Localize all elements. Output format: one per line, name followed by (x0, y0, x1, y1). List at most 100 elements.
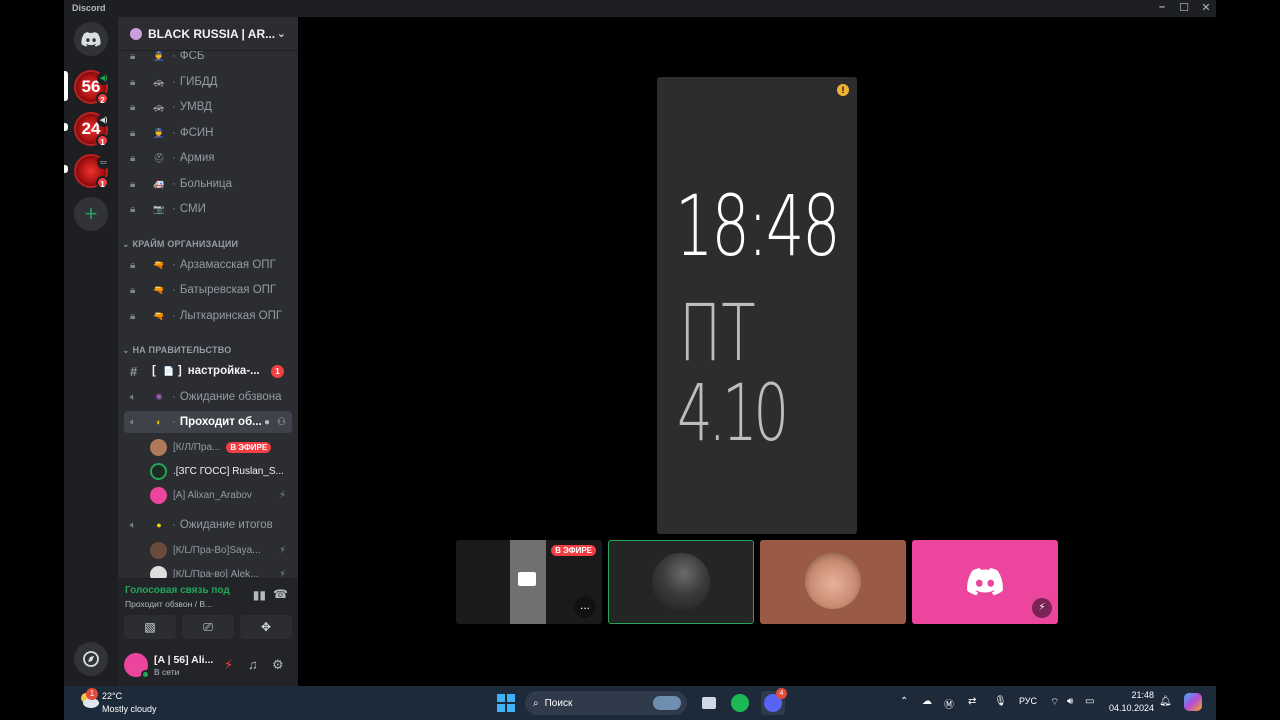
activities-button[interactable]: ✥ (240, 615, 292, 639)
channel-settings-text[interactable]: # [ 📄 ] настройка-... 1 (124, 360, 292, 382)
noise-suppression-icon[interactable]: ▮▮ (253, 588, 266, 602)
hash-icon: # (130, 363, 138, 379)
wifi-icon[interactable]: ⌔ (1050, 696, 1059, 709)
monitor-icon (518, 572, 536, 586)
lock-icon: 🔒︎ (130, 310, 136, 322)
voice-user-name: [A] Alixan_Arabov (173, 489, 252, 501)
notification-bell-icon[interactable]: 🔔︎ (1159, 696, 1172, 707)
channel-fsin[interactable]: 🔒︎ 👮 · ФСИН (124, 122, 292, 144)
server-list: 56 ◀) 2 24 ◀) 1 ▭ 1 + (64, 17, 118, 686)
speaker-icon: ◀) (97, 114, 110, 127)
category-label: КРАЙМ ОРГАНИЗАЦИИ (132, 239, 239, 249)
cloud-icon[interactable]: ☁ (922, 696, 932, 707)
headphones-icon[interactable]: ♫ (248, 657, 258, 672)
channel-label: ФСИН (179, 127, 214, 139)
voice-channel-interview[interactable]: 🔈︎ ◐ · Проходит об... ● ⚇ (124, 411, 292, 433)
avatar (150, 486, 167, 504)
participant-tile-user[interactable] (760, 540, 906, 624)
channel-label: ФСБ (179, 50, 205, 62)
voice-user[interactable]: [К/Л/Пра... В ЭФИРЕ (150, 436, 292, 458)
warning-icon[interactable]: ! (837, 84, 849, 96)
guild-name: BLACK RUSSIA | AR... (148, 26, 276, 41)
explore-button[interactable] (74, 642, 108, 676)
spotify-button[interactable] (728, 691, 752, 715)
channel-arzamas[interactable]: 🔒︎ 🔫 · Арзамасская ОПГ (124, 254, 292, 276)
speaker-lock-icon: 🔈︎ (130, 519, 136, 531)
stream-clock: 18:48 (675, 177, 841, 275)
app-tray-icon[interactable]: Ⓜ (944, 696, 954, 711)
guild-header[interactable]: BLACK RUSSIA | AR... ⌄ (118, 17, 298, 51)
disconnect-icon[interactable]: ☎ (273, 587, 288, 601)
weather-temp: 22°C (102, 691, 123, 701)
voice-stage: ! 18:48 ПТ 4.10 В ЭФИРЕ ... ⚡︎ (298, 17, 1216, 686)
battery-icon[interactable]: ▭ (1085, 696, 1094, 707)
camera-off-button[interactable]: ▧ (124, 615, 176, 639)
channel-label: Ожидание обзвона (179, 391, 282, 403)
mic-muted-icon: ⚡︎ (1032, 598, 1052, 618)
avatar[interactable] (124, 653, 150, 679)
category-crime[interactable]: ⌄ КРАЙМ ОРГАНИЗАЦИИ (122, 239, 238, 250)
add-user-icon[interactable]: ⚇ (277, 417, 286, 428)
car-icon: 🚓 (153, 101, 165, 112)
participant-tile-stream[interactable]: В ЭФИРЕ ... (456, 540, 602, 624)
add-server-button[interactable]: + (74, 197, 108, 231)
voice-user[interactable]: .[ЗГС ГОСС] Ruslan_S... (150, 460, 292, 482)
participant-tile-pink[interactable]: ⚡︎ (912, 540, 1058, 624)
clock-date[interactable]: 04.10.2024 (1106, 703, 1154, 713)
voice-user[interactable]: [К/L/Пра-Во]Saya... ⚡︎ (150, 539, 292, 561)
minimize-icon[interactable]: – (1152, 1, 1172, 13)
active-server-pill (64, 71, 68, 101)
discord-taskbar-button[interactable]: 4 (761, 688, 787, 715)
camera-off-icon: ▧ (144, 620, 156, 634)
voice-channel-results[interactable]: 🔈︎ ● · Ожидание итогов (124, 514, 292, 536)
participant-tile-speaking[interactable] (608, 540, 754, 624)
avatar (150, 541, 167, 559)
transfer-icon[interactable]: ⇄ (968, 696, 976, 707)
server-dragon[interactable]: ▭ 1 (74, 154, 110, 189)
channel-lytkarino[interactable]: 🔒︎ 🔫 · Лыткаринская ОПГ (124, 305, 292, 327)
screen-share-button[interactable]: ⎚ (182, 615, 234, 639)
language-indicator[interactable]: РУС (1019, 696, 1037, 706)
copilot-icon[interactable] (1184, 693, 1202, 711)
channel-media[interactable]: 🔒︎ 📷 · СМИ (124, 198, 292, 220)
search-icon: ⌕ (533, 697, 539, 709)
start-button[interactable] (497, 694, 515, 712)
voice-user-name: [К/Л/Пра... (173, 441, 221, 453)
gun-icon: 🔫 (153, 310, 165, 321)
more-options-icon[interactable]: ... (574, 596, 596, 618)
voice-channel-waiting[interactable]: 🔈︎ ✺ · Ожидание обзвона (124, 386, 292, 408)
server-24-badge: 1 (96, 134, 109, 147)
home-button[interactable] (74, 22, 108, 56)
channel-hospital[interactable]: 🔒︎ 🚑 · Больница (124, 173, 292, 195)
channel-label: Арзамасская ОПГ (179, 259, 276, 271)
lock-icon: 🔒︎ (130, 259, 136, 271)
gear-icon[interactable]: ⚙ (272, 657, 284, 673)
mic-muted-icon[interactable]: ⚡︎ (224, 657, 233, 673)
maximize-icon[interactable]: ☐ (1174, 1, 1194, 14)
server-24[interactable]: 24 ◀) 1 (74, 112, 110, 147)
task-view-button[interactable] (697, 691, 721, 715)
channel-umvd[interactable]: 🔒︎ 🚓 · УМВД (124, 96, 292, 118)
lock-icon: 🔒︎ (130, 178, 136, 190)
volume-icon[interactable]: 🔊︎ (1067, 696, 1073, 707)
search-box[interactable]: ⌕ Поиск (525, 691, 687, 715)
spotify-icon (731, 694, 749, 712)
mention-badge: 1 (271, 364, 284, 378)
discord-logo-icon (967, 568, 1003, 596)
discord-badge: 4 (776, 688, 787, 699)
channel-gibdd[interactable]: 🔒︎ 🚓 · ГИБДД (124, 71, 292, 93)
category-gov[interactable]: ⌄ НА ПРАВИТЕЛЬСТВО (122, 345, 231, 356)
voice-user[interactable]: [A] Alixan_Arabov ⚡︎ (150, 484, 292, 506)
ambulance-icon: 🚑 (153, 178, 165, 189)
clock-time[interactable]: 21:48 (1110, 690, 1154, 700)
channel-army[interactable]: 🔒︎ ⛑ · Армия (124, 147, 292, 169)
close-icon[interactable]: ✕ (1196, 1, 1216, 14)
channel-batyrev[interactable]: 🔒︎ 🔫 · Батыревская ОПГ (124, 279, 292, 301)
channel-label: Проходит об... (179, 416, 262, 428)
stream-view[interactable]: ! 18:48 ПТ 4.10 (657, 77, 857, 534)
server-56[interactable]: 56 ◀) 2 (74, 70, 110, 105)
chevron-up-icon[interactable]: ⌃ (900, 696, 908, 707)
microphone-icon[interactable]: 🎙︎ (994, 696, 1007, 707)
chat-bubble-icon[interactable]: ● (264, 417, 270, 428)
unread-pill (64, 165, 68, 173)
